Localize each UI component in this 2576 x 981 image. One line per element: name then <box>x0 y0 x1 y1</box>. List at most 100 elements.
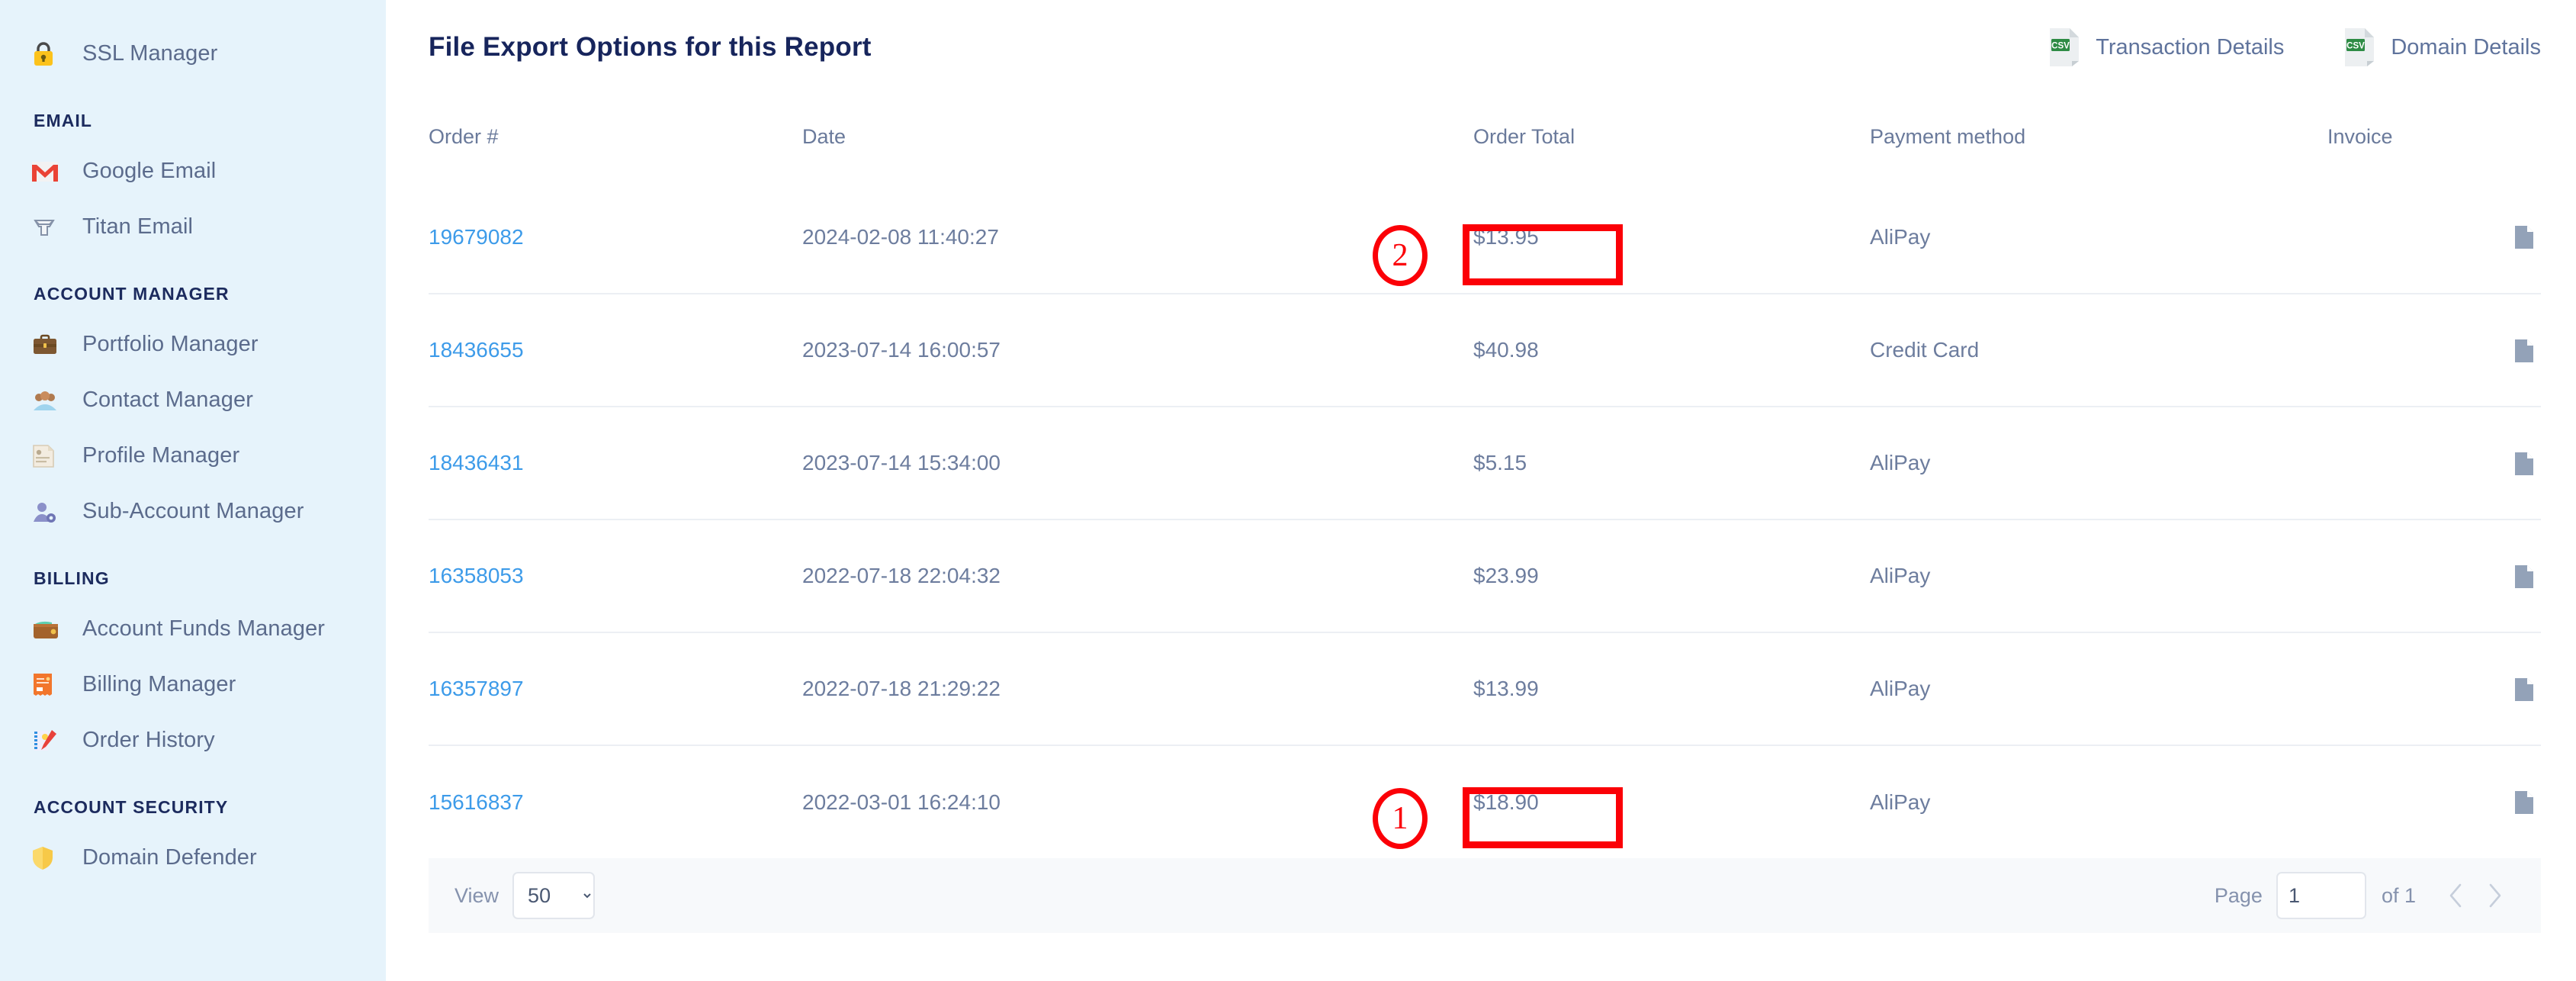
order-link[interactable]: 18436431 <box>429 451 524 474</box>
briefcase-icon <box>32 333 66 356</box>
sidebar-item-label: SSL Manager <box>82 41 217 66</box>
order-cell: 16358053 <box>429 519 802 632</box>
sidebar-item-order-history[interactable]: Order History <box>0 712 386 768</box>
order-link[interactable]: 16358053 <box>429 564 524 587</box>
sidebar-item-label: Sub-Account Manager <box>82 499 304 524</box>
document-icon[interactable] <box>2513 339 2535 363</box>
invoice-cell <box>2327 632 2541 745</box>
chevron-right-icon[interactable] <box>2475 876 2515 915</box>
column-header-order[interactable]: Order # <box>429 95 802 181</box>
payment-method-cell: AliPay <box>1870 407 2327 519</box>
export-label: Transaction Details <box>2096 35 2284 60</box>
order-total-cell: $5.15 <box>1473 407 1870 519</box>
export-options-group: CSV Transaction Details CSV <box>2048 27 2541 67</box>
order-link[interactable]: 15616837 <box>429 790 524 814</box>
payment-method-cell: AliPay <box>1870 181 2327 294</box>
sidebar-item-titan-email[interactable]: Titan Email <box>0 199 386 255</box>
gmail-icon <box>32 162 66 182</box>
invoice-orange-icon <box>32 673 66 697</box>
date-cell: 2022-07-18 21:29:22 <box>802 632 1473 745</box>
view-label: View <box>454 884 499 908</box>
order-link[interactable]: 18436655 <box>429 338 524 362</box>
sidebar-section-billing: BILLING <box>0 568 386 589</box>
table-row: 18436655 2023-07-14 16:00:57 $40.98 Cred… <box>429 294 2541 407</box>
sidebar-item-domain-defender[interactable]: Domain Defender <box>0 830 386 886</box>
orders-table-body: 19679082 2024-02-08 11:40:27 $13.95 AliP… <box>429 181 2541 858</box>
view-control: View 10 25 50 100 <box>454 872 595 919</box>
order-link[interactable]: 16357897 <box>429 677 524 700</box>
page-title: File Export Options for this Report <box>429 32 872 63</box>
sidebar-item-label: Account Funds Manager <box>82 616 325 642</box>
sidebar-item-sub-account-manager[interactable]: Sub-Account Manager <box>0 484 386 539</box>
sidebar-item-profile-manager[interactable]: Profile Manager <box>0 428 386 484</box>
page-number-input[interactable] <box>2276 872 2366 919</box>
sidebar-item-label: Portfolio Manager <box>82 332 259 357</box>
table-row: 15616837 2022-03-01 16:24:10 $18.90 AliP… <box>429 745 2541 858</box>
column-header-order-total[interactable]: Order Total <box>1473 95 1870 181</box>
document-icon[interactable] <box>2513 452 2535 476</box>
export-transaction-details-button[interactable]: CSV Transaction Details <box>2048 27 2284 67</box>
sidebar-item-billing-manager[interactable]: Billing Manager <box>0 657 386 712</box>
view-count-select[interactable]: 10 25 50 100 <box>512 872 595 919</box>
notepad-pencil-icon <box>32 729 66 753</box>
document-icon[interactable] <box>2513 790 2535 815</box>
profile-card-icon <box>32 444 66 468</box>
export-domain-details-button[interactable]: CSV Domain Details <box>2343 27 2541 67</box>
payment-method-cell: AliPay <box>1870 519 2327 632</box>
sidebar-item-google-email[interactable]: Google Email <box>0 143 386 199</box>
date-cell: 2023-07-14 16:00:57 <box>802 294 1473 407</box>
orders-table: Order # Date Order Total Payment method … <box>429 95 2541 858</box>
shield-icon <box>32 846 66 870</box>
order-cell: 15616837 <box>429 745 802 858</box>
invoice-cell <box>2327 407 2541 519</box>
svg-text:CSV: CSV <box>2347 42 2366 51</box>
sidebar-section-email: EMAIL <box>0 111 386 131</box>
sidebar-item-label: Profile Manager <box>82 443 239 468</box>
date-cell: 2022-07-18 22:04:32 <box>802 519 1473 632</box>
sidebar-section-account-security: ACCOUNT SECURITY <box>0 797 386 818</box>
sidebar-item-ssl-manager[interactable]: SSL Manager <box>0 26 386 82</box>
sidebar-item-label: Billing Manager <box>82 672 236 697</box>
sidebar-item-account-funds-manager[interactable]: Account Funds Manager <box>0 601 386 657</box>
document-icon[interactable] <box>2513 677 2535 702</box>
chevron-left-icon[interactable] <box>2436 876 2475 915</box>
wallet-icon <box>32 619 66 640</box>
order-total-cell: $40.98 <box>1473 294 1870 407</box>
pagination-control: Page of 1 <box>2215 872 2515 919</box>
order-link[interactable]: 19679082 <box>429 225 524 249</box>
table-footer: View 10 25 50 100 Page of 1 <box>429 858 2541 933</box>
order-total-cell: $23.99 <box>1473 519 1870 632</box>
document-icon[interactable] <box>2513 564 2535 589</box>
page-total-label: of 1 <box>2382 884 2416 908</box>
column-header-invoice[interactable]: Invoice <box>2327 95 2541 181</box>
invoice-cell <box>2327 294 2541 407</box>
csv-file-icon: CSV <box>2343 27 2375 67</box>
export-label: Domain Details <box>2391 35 2541 60</box>
table-row: 16358053 2022-07-18 22:04:32 $23.99 AliP… <box>429 519 2541 632</box>
column-header-date[interactable]: Date <box>802 95 1473 181</box>
order-total-cell: $13.95 <box>1473 181 1870 294</box>
table-row: 18436431 2023-07-14 15:34:00 $5.15 AliPa… <box>429 407 2541 519</box>
sidebar-item-label: Domain Defender <box>82 845 257 870</box>
table-header-row: Order # Date Order Total Payment method … <box>429 95 2541 181</box>
people-icon <box>32 389 66 412</box>
document-icon[interactable] <box>2513 225 2535 249</box>
sidebar-item-label: Titan Email <box>82 214 193 240</box>
column-header-payment[interactable]: Payment method <box>1870 95 2327 181</box>
sidebar-item-portfolio-manager[interactable]: Portfolio Manager <box>0 317 386 372</box>
order-history-page: SSL Manager EMAIL Google Email Titan Ema… <box>0 0 2576 981</box>
table-row: 19679082 2024-02-08 11:40:27 $13.95 AliP… <box>429 181 2541 294</box>
date-cell: 2023-07-14 15:34:00 <box>802 407 1473 519</box>
orders-table-head: Order # Date Order Total Payment method … <box>429 95 2541 181</box>
invoice-cell <box>2327 181 2541 294</box>
sidebar-nav: SSL Manager EMAIL Google Email Titan Ema… <box>0 0 386 981</box>
invoice-cell <box>2327 745 2541 858</box>
sidebar-item-label: Google Email <box>82 159 216 184</box>
invoice-cell <box>2327 519 2541 632</box>
payment-method-cell: AliPay <box>1870 632 2327 745</box>
sidebar-item-contact-manager[interactable]: Contact Manager <box>0 372 386 428</box>
titan-icon <box>32 215 66 240</box>
sidebar-section-account-manager: ACCOUNT MANAGER <box>0 284 386 304</box>
payment-method-cell: Credit Card <box>1870 294 2327 407</box>
svg-text:CSV: CSV <box>2051 42 2070 51</box>
